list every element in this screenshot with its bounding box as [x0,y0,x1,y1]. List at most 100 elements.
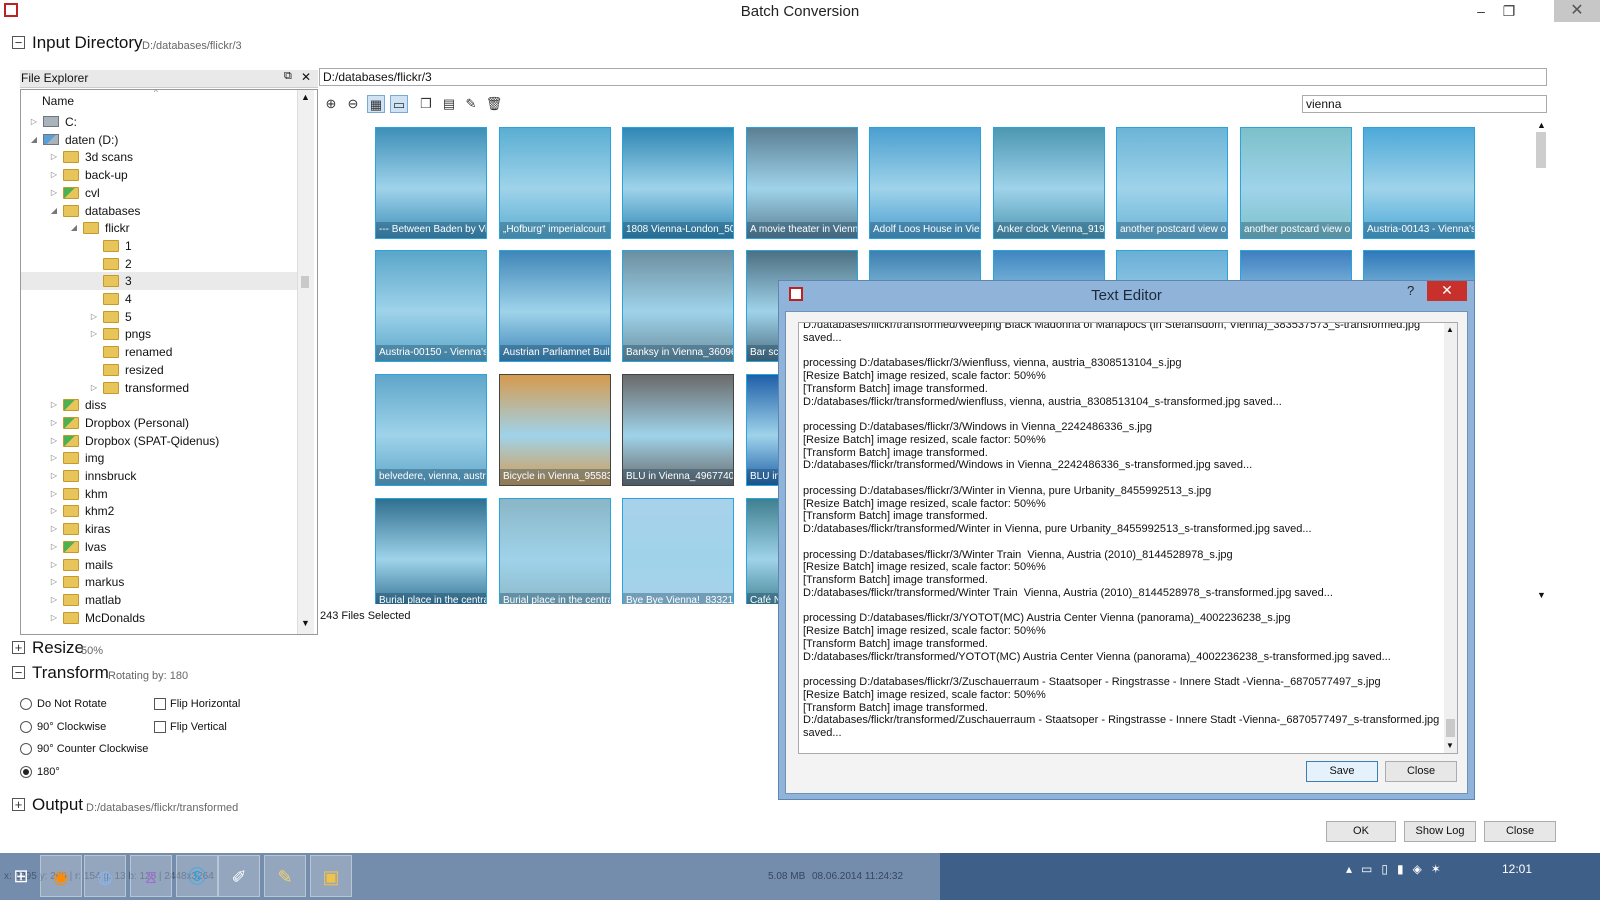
scroll-thumb[interactable] [1446,719,1455,737]
expand-arrow-icon[interactable]: ▷ [49,432,59,450]
checkbox-label[interactable]: Flip Horizontal [170,698,240,710]
radio-label[interactable]: 180° [37,766,60,778]
expand-arrow-icon[interactable]: ▷ [49,467,59,485]
thumbnail[interactable]: Austrian Parliamnet Build [499,250,611,362]
tree-item[interactable]: 1 [21,237,297,255]
tree-item[interactable]: ◢ flickr [21,219,297,237]
nomacs-icon[interactable]: ✐ [218,855,260,897]
thumbnail[interactable]: A movie theater in Vienn [746,127,858,239]
tree-item[interactable]: ▷ cvl [21,184,297,202]
tree-item[interactable]: ▷ 5 [21,308,297,326]
tree-item[interactable]: ▷ img [21,449,297,467]
scroll-up-icon[interactable]: ▲ [1537,120,1546,130]
log-textarea[interactable]: D:/databases/flickr/transformed/Weeping … [798,322,1458,754]
file-tree[interactable]: Name ^ ▷ C: ◢ daten (D:) ▷ 3d scans ▷ back-up ▷ c… [20,89,318,635]
output-expand-toggle[interactable]: + [12,798,25,811]
show-log-button[interactable]: Show Log [1404,821,1476,842]
log-scrollbar[interactable]: ▲ ▼ [1444,323,1457,753]
scroll-down-icon[interactable]: ▼ [1537,590,1546,600]
tree-item[interactable]: ▷ C: [21,113,297,131]
tree-item[interactable]: ▷ khm2 [21,502,297,520]
scroll-down-icon[interactable]: ▼ [301,618,310,628]
thumbnail[interactable]: Bicycle in Vienna_955832 [499,374,611,486]
dialog-close-button[interactable]: ✕ [1427,281,1467,301]
thumbnail[interactable]: Adolf Loos House in Vier [869,127,981,239]
scroll-thumb[interactable] [1536,132,1546,168]
thumbnail[interactable]: Burial place in the centra [499,498,611,604]
thumbnail-scrollbar[interactable]: ▲ ▼ [1534,118,1550,604]
tray-icons[interactable]: ▴▭▯▮◈✶ [1346,862,1450,876]
column-header-name[interactable]: Name [42,94,74,108]
expand-arrow-icon[interactable]: ▷ [29,113,39,131]
tree-item[interactable]: resized [21,361,297,379]
scroll-up-icon[interactable]: ▲ [1446,325,1454,334]
expand-arrow-icon[interactable]: ▷ [49,148,59,166]
radio-label[interactable]: 90° Counter Clockwise [37,743,148,755]
list-view-icon[interactable]: ▭ [390,95,408,113]
expand-arrow-icon[interactable]: ▷ [49,538,59,556]
tree-item[interactable]: ▷ Dropbox (Personal) [21,414,297,432]
restore-button[interactable]: ❐ [1494,0,1524,22]
expand-arrow-icon[interactable]: ▷ [49,449,59,467]
thumbnail[interactable]: Banksy in Vienna_360961 [622,250,734,362]
close-button[interactable]: ✕ [1554,0,1600,22]
transform-collapse-toggle[interactable]: − [12,666,25,679]
tree-item[interactable]: ▷ Dropbox (SPAT-Qidenus) [21,432,297,450]
close-button[interactable]: Close [1385,761,1457,782]
tree-item[interactable]: ▷ transformed [21,379,297,397]
flip-vertical-checkbox[interactable] [154,721,166,733]
tree-item[interactable]: ▷ 3d scans [21,148,297,166]
tree-item[interactable]: ◢ databases [21,202,297,220]
tree-item[interactable]: renamed [21,343,297,361]
thumbnail[interactable]: Austria-00143 - Vienna's [1363,127,1475,239]
grid-view-icon[interactable]: ▦ [367,95,385,113]
visual-studio-icon[interactable]: ⧖ [130,855,172,897]
tree-item[interactable]: ▷ McDonalds [21,609,297,627]
file-tree-scrollbar[interactable]: ▲ ▼ [297,90,314,634]
minimize-button[interactable]: – [1466,0,1496,22]
input-collapse-toggle[interactable]: − [12,36,25,49]
tree-item[interactable]: ▷ matlab [21,591,297,609]
expand-arrow-icon[interactable]: ▷ [49,591,59,609]
tree-item[interactable]: ▷ back-up [21,166,297,184]
expand-arrow-icon[interactable]: ▷ [89,325,99,343]
tree-item[interactable]: ▷ kiras [21,520,297,538]
expand-arrow-icon[interactable]: ▷ [49,396,59,414]
flip-horizontal-checkbox[interactable] [154,698,166,710]
expand-arrow-icon[interactable]: ▷ [49,573,59,591]
directory-path-input[interactable]: D:/databases/flickr/3 [319,68,1547,86]
tree-item[interactable]: ▷ mails [21,556,297,574]
thumbnail[interactable]: „Hofburg" imperialcourt [499,127,611,239]
help-button[interactable]: ? [1407,283,1414,298]
scroll-down-icon[interactable]: ▼ [1446,741,1454,750]
expand-arrow-icon[interactable]: ◢ [49,202,59,220]
expand-arrow-icon[interactable]: ▷ [49,166,59,184]
thumbnail[interactable]: --- Between Baden by Vi [375,127,487,239]
radio-do-not-rotate[interactable] [20,698,32,710]
expand-arrow-icon[interactable]: ▷ [49,184,59,202]
thumbnail[interactable]: BLU in Vienna_496774011 [622,374,734,486]
expand-arrow-icon[interactable]: ◢ [69,219,79,237]
skype-icon[interactable]: Ⓢ [176,855,218,897]
expand-arrow-icon[interactable]: ▷ [89,308,99,326]
thumbnail[interactable]: another postcard view o [1116,127,1228,239]
zoom-in-icon[interactable]: ⊕ [322,95,340,113]
paste-icon[interactable]: ▤ [440,95,458,113]
radio-label[interactable]: Do Not Rotate [37,698,107,710]
expand-arrow-icon[interactable]: ▷ [49,556,59,574]
checkbox-label[interactable]: Flip Vertical [170,721,227,733]
tree-item[interactable]: ▷ lvas [21,538,297,556]
radio-180[interactable] [20,766,32,778]
tree-item[interactable]: ◢ daten (D:) [21,131,297,149]
thumbnail[interactable]: another postcard view o [1240,127,1352,239]
rename-icon[interactable]: ✎ [462,95,480,113]
expand-arrow-icon[interactable]: ▷ [49,414,59,432]
tree-item[interactable]: 3 [21,272,297,291]
tree-item[interactable]: ▷ innsbruck [21,467,297,485]
close-button[interactable]: Close [1484,821,1556,842]
thumbnail[interactable]: Anker clock Vienna_919( [993,127,1105,239]
clock[interactable]: 12:01 [1502,862,1532,876]
delete-icon[interactable]: 🗑 [485,95,503,113]
zoom-out-icon[interactable]: ⊖ [344,95,362,113]
thumbnail[interactable]: Bye Bye Vienna!_8332148 [622,498,734,604]
